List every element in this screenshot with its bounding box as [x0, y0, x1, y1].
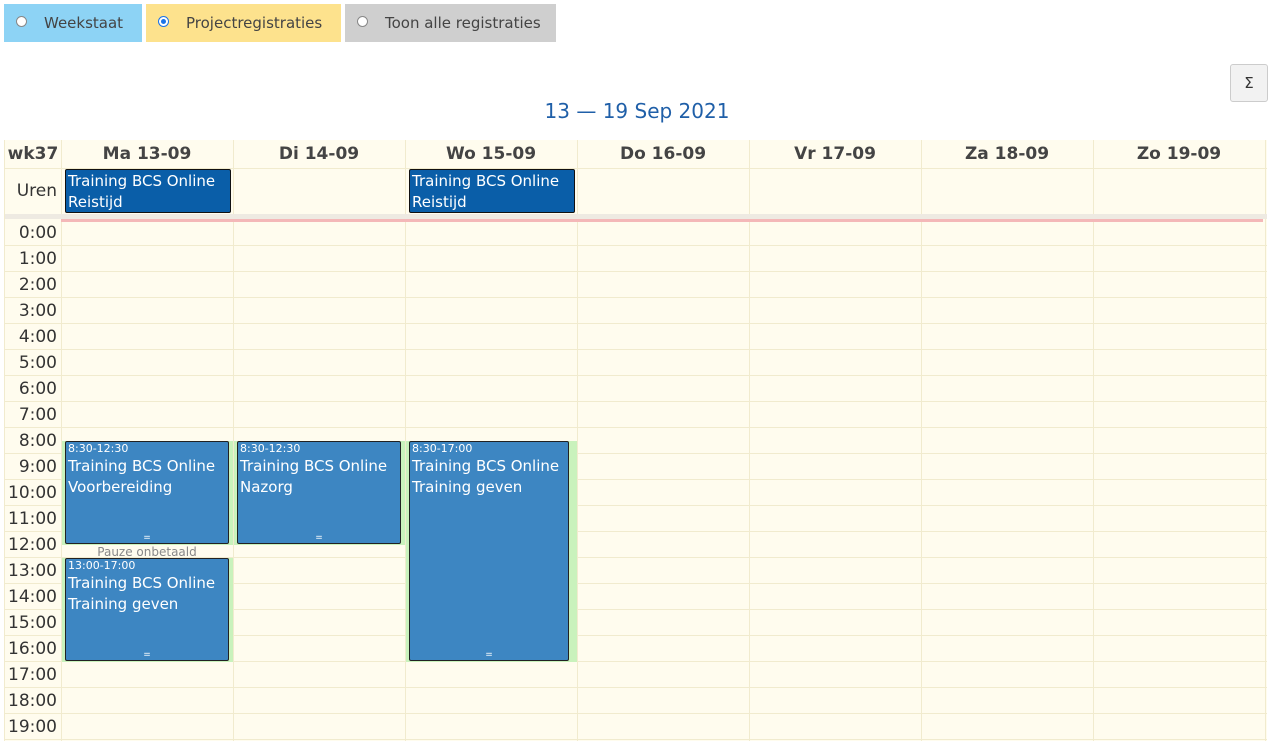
column-line — [749, 140, 750, 741]
day-header[interactable]: Di 14-09 — [233, 140, 405, 168]
event-subtitle: Training geven — [68, 595, 179, 613]
hour-label: 9:00 — [18, 457, 57, 477]
day-header[interactable]: Do 16-09 — [577, 140, 749, 168]
allday-divider-line — [61, 219, 1263, 222]
hour-line — [5, 739, 1267, 740]
tab-projectregistraties[interactable]: Projectregistraties — [146, 4, 341, 42]
hour-label: 4:00 — [18, 327, 57, 347]
hour-line — [5, 427, 1267, 428]
resize-handle[interactable]: = — [66, 534, 228, 543]
week-calendar-grid: wk37 Uren Ma 13-09 Di 14-09 Wo 15-09 Do 16-… — [4, 140, 1267, 741]
hour-label: 0:00 — [18, 223, 57, 243]
hour-label: 12:00 — [8, 535, 57, 555]
event-subtitle: Training geven — [412, 478, 523, 496]
tab-toon-alle-registraties[interactable]: Toon alle registraties — [345, 4, 556, 42]
event-title: Training BCS Online — [412, 172, 560, 190]
hour-label: 13:00 — [8, 561, 57, 581]
allday-label: Uren — [16, 181, 57, 201]
column-line — [1265, 140, 1266, 741]
day-header[interactable]: Vr 17-09 — [749, 140, 921, 168]
tab-weekstaat[interactable]: Weekstaat — [4, 4, 142, 42]
hour-label: 18:00 — [8, 691, 57, 711]
event-title: Training BCS Online — [68, 457, 216, 475]
event-time: 13:00-17:00 — [68, 559, 136, 572]
calendar-event[interactable]: 8:30-12:30 Training BCS Online Voorbereidi… — [65, 441, 229, 544]
hour-line — [5, 323, 1267, 324]
hour-label: 1:00 — [18, 249, 57, 269]
event-title: Training BCS Online — [68, 574, 216, 592]
radio-projectregistraties[interactable] — [158, 15, 169, 27]
resize-handle[interactable]: = — [410, 651, 568, 660]
hour-line — [5, 245, 1267, 246]
hour-label: 15:00 — [8, 613, 57, 633]
hour-label: 11:00 — [8, 509, 57, 529]
sum-button[interactable]: Σ — [1230, 64, 1268, 102]
event-title: Training BCS Online — [412, 457, 560, 475]
tab-projectregistraties-label: Projectregistraties — [186, 14, 323, 32]
hour-label: 19:00 — [8, 717, 57, 737]
hour-line — [5, 687, 1267, 688]
event-time: 8:30-12:30 — [240, 442, 301, 455]
resize-handle[interactable]: = — [238, 534, 400, 543]
hour-line — [5, 713, 1267, 714]
day-header[interactable]: Wo 15-09 — [405, 140, 577, 168]
day-header[interactable]: Ma 13-09 — [61, 140, 233, 168]
day-header[interactable]: Za 18-09 — [921, 140, 1093, 168]
hour-label: 16:00 — [8, 639, 57, 659]
radio-weekstaat[interactable] — [16, 15, 27, 27]
hour-label: 6:00 — [18, 379, 57, 399]
event-subtitle: Reistijd — [412, 193, 467, 211]
hour-line — [5, 375, 1267, 376]
event-title: Training BCS Online — [240, 457, 388, 475]
calendar-event[interactable]: 8:30-17:00 Training BCS Online Training ge… — [409, 441, 569, 661]
hour-label: 7:00 — [18, 405, 57, 425]
hour-label: 3:00 — [18, 301, 57, 321]
tab-weekstaat-label: Weekstaat — [44, 14, 124, 32]
hour-label: 17:00 — [8, 665, 57, 685]
hour-label: 5:00 — [18, 353, 57, 373]
hour-label: 8:00 — [18, 431, 57, 451]
calendar-event[interactable]: 8:30-12:30 Training BCS Online Nazorg = — [237, 441, 401, 544]
column-line — [577, 140, 578, 741]
event-title: Training BCS Online — [68, 172, 216, 190]
radio-toon-alle-registraties[interactable] — [357, 15, 368, 27]
week-title: 13 — 19 Sep 2021 — [544, 99, 730, 123]
event-subtitle: Reistijd — [68, 193, 123, 211]
allday-event[interactable]: Training BCS Online Reistijd — [65, 169, 231, 213]
event-subtitle: Nazorg — [240, 478, 293, 496]
event-subtitle: Voorbereiding — [68, 478, 173, 496]
tab-toon-alle-label: Toon alle registraties — [385, 14, 541, 32]
column-line — [921, 140, 922, 741]
hour-line — [5, 297, 1267, 298]
hour-label: 10:00 — [8, 483, 57, 503]
event-time: 8:30-17:00 — [412, 442, 473, 455]
allday-event[interactable]: Training BCS Online Reistijd — [409, 169, 575, 213]
event-time: 8:30-12:30 — [68, 442, 129, 455]
calendar-event[interactable]: 13:00-17:00 Training BCS Online Training g… — [65, 558, 229, 661]
resize-handle[interactable]: = — [66, 651, 228, 660]
week-number: wk37 — [7, 144, 59, 164]
column-line — [1093, 140, 1094, 741]
day-header[interactable]: Zo 19-09 — [1093, 140, 1265, 168]
hour-line — [5, 349, 1267, 350]
hour-line — [5, 401, 1267, 402]
hour-label: 2:00 — [18, 275, 57, 295]
hour-label: 14:00 — [8, 587, 57, 607]
hour-line — [5, 271, 1267, 272]
pause-label: Pauze onbetaald — [97, 545, 197, 559]
